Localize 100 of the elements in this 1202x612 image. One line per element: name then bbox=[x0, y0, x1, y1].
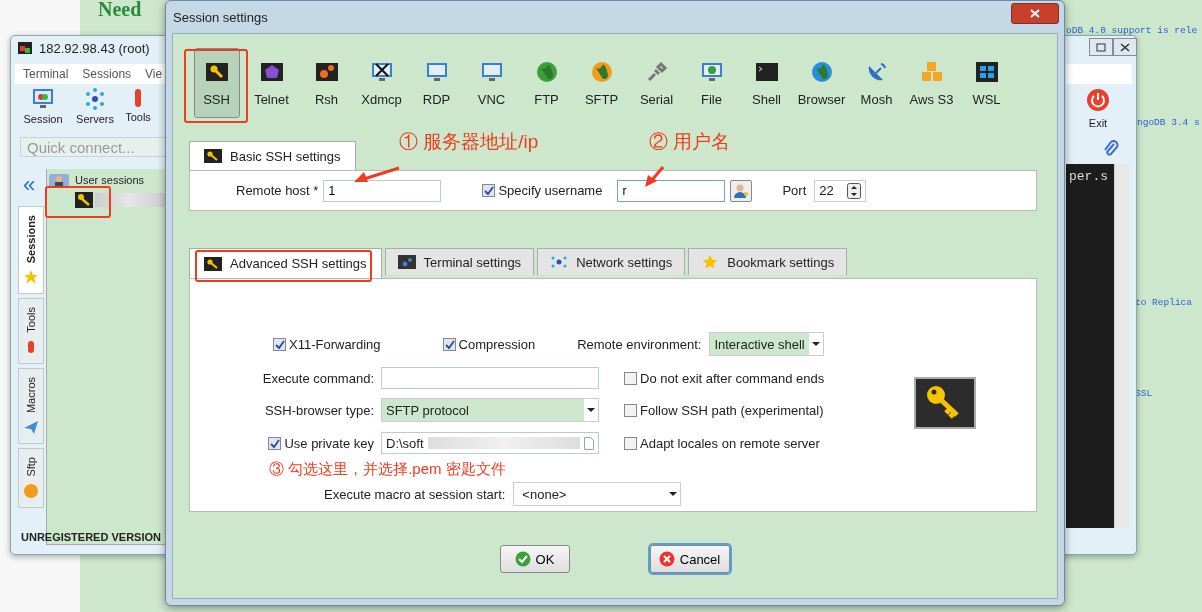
page-text: ngoDB 3.4 s bbox=[1137, 117, 1200, 128]
checkbox[interactable] bbox=[624, 403, 637, 417]
session-type-button[interactable]: FTP bbox=[523, 48, 570, 118]
annotation-arrow bbox=[644, 166, 664, 188]
checkbox[interactable] bbox=[268, 436, 282, 450]
status-text: UNREGISTERED VERSION bbox=[21, 531, 161, 543]
spinner-arrows-icon bbox=[847, 182, 862, 199]
close-button[interactable] bbox=[1011, 3, 1059, 24]
checkbox[interactable] bbox=[273, 337, 286, 351]
tab[interactable]: Basic SSH settings bbox=[189, 141, 356, 170]
close-icon bbox=[1120, 42, 1130, 52]
check-icon bbox=[514, 551, 531, 567]
session-type-button[interactable]: Shell bbox=[743, 48, 790, 118]
cancel-button[interactable]: Cancel bbox=[649, 545, 730, 573]
windows-icon bbox=[974, 59, 999, 84]
key-icon bbox=[204, 149, 222, 163]
session-type-button[interactable]: Telnet bbox=[248, 48, 295, 118]
window-title: Session settings bbox=[173, 10, 268, 25]
annotation-text: ② 用户名 bbox=[649, 130, 731, 154]
field-label: Execute macro at session start: bbox=[324, 486, 506, 502]
session-type-button[interactable]: SSH bbox=[193, 48, 240, 118]
menu-bar bbox=[1066, 64, 1132, 84]
tab[interactable]: Terminal settings bbox=[384, 248, 535, 275]
annotation-text: ① 服务器地址/ip bbox=[399, 130, 539, 154]
quick-connect-field[interactable]: Quick connect... bbox=[20, 137, 168, 157]
paperclip-icon bbox=[1103, 140, 1119, 158]
input-field[interactable]: 1 bbox=[323, 179, 442, 202]
key-icon bbox=[204, 256, 222, 271]
checkbox[interactable] bbox=[624, 436, 637, 450]
checkbox-label: Follow SSH path (experimental) bbox=[640, 402, 824, 418]
user-button[interactable] bbox=[730, 179, 753, 202]
checkbox-label: X11-Forwarding bbox=[289, 336, 381, 352]
dropdown[interactable]: SFTP protocol bbox=[381, 398, 599, 422]
paper-plane-icon bbox=[23, 419, 39, 436]
ok-button[interactable]: OK bbox=[499, 545, 570, 573]
toolbar-button[interactable]: Servers bbox=[71, 88, 119, 125]
key-icon bbox=[914, 377, 976, 429]
session-type-button[interactable]: VNC bbox=[468, 48, 515, 118]
session-type-button[interactable]: RDP bbox=[413, 48, 460, 118]
session-type-button[interactable]: WSL bbox=[963, 48, 1010, 118]
field-label: SSH-browser type: bbox=[264, 402, 375, 418]
dots-icon bbox=[550, 255, 569, 269]
checkbox-label: Compression bbox=[458, 336, 536, 352]
file-field[interactable]: D:\soft bbox=[381, 432, 599, 454]
toolbar-button[interactable]: Tools bbox=[123, 88, 153, 125]
dropdown[interactable]: Interactive shell bbox=[709, 332, 825, 356]
session-type-button[interactable]: Xdmcp bbox=[358, 48, 405, 118]
checkbox-label: Use private key bbox=[284, 435, 374, 451]
user-icon bbox=[733, 182, 750, 199]
session-type-button[interactable]: Mosh bbox=[853, 48, 900, 118]
side-tab[interactable]: Macros bbox=[18, 368, 44, 445]
session-type-button[interactable]: Rsh bbox=[303, 48, 350, 118]
field-label: Port bbox=[782, 183, 807, 198]
annotation-text: ③ 勾选这里，并选择.pem 密匙文件 bbox=[269, 460, 506, 478]
dropdown[interactable]: <none> bbox=[513, 482, 682, 506]
scrollbar[interactable] bbox=[1114, 164, 1129, 528]
checkbox-label: Do not exit after command ends bbox=[640, 370, 825, 386]
checkbox-label: Specify username bbox=[498, 183, 603, 198]
app-icon bbox=[17, 40, 33, 56]
star-icon bbox=[701, 255, 720, 269]
tab[interactable]: Bookmark settings bbox=[688, 248, 848, 275]
dots-icon bbox=[83, 88, 107, 110]
maximize-icon bbox=[1096, 42, 1106, 52]
session-type-button[interactable]: File bbox=[688, 48, 735, 118]
toolbar-button[interactable]: Session bbox=[19, 88, 67, 125]
menu-item[interactable]: Terminal bbox=[23, 67, 69, 81]
menu-item[interactable]: Sessions bbox=[82, 67, 132, 81]
port-spinner[interactable]: 22 bbox=[814, 179, 867, 202]
checkbox[interactable] bbox=[442, 337, 456, 351]
file-icon bbox=[584, 436, 594, 450]
side-tab[interactable]: Sessions bbox=[18, 206, 44, 295]
cubes-icon bbox=[919, 59, 944, 84]
gears-icon bbox=[397, 255, 416, 269]
session-type-button[interactable]: Aws S3 bbox=[908, 48, 955, 118]
session-type-button[interactable]: Serial bbox=[633, 48, 680, 118]
power-icon bbox=[1086, 88, 1110, 112]
field-label: Remote host * bbox=[236, 183, 319, 198]
tab[interactable]: Network settings bbox=[537, 248, 686, 275]
checkbox[interactable] bbox=[624, 371, 637, 385]
session-type-button[interactable]: Browser bbox=[798, 48, 845, 118]
menu-item[interactable]: Vie bbox=[145, 67, 163, 81]
input-field[interactable]: r bbox=[617, 179, 726, 202]
field-label: Remote environment: bbox=[577, 336, 702, 352]
checkbox-label: Adapt locales on remote server bbox=[640, 435, 820, 451]
side-tab[interactable]: Sftp bbox=[18, 448, 44, 508]
highlight-frame bbox=[45, 186, 111, 218]
star-icon bbox=[23, 269, 39, 286]
side-tab[interactable]: Tools bbox=[18, 298, 44, 364]
folder-label: User sessions bbox=[75, 174, 145, 186]
tab[interactable]: Advanced SSH settings bbox=[189, 248, 382, 278]
close-icon bbox=[1030, 9, 1040, 18]
page-text: oDB 4.0 support is rele bbox=[1066, 25, 1198, 36]
input-field[interactable] bbox=[381, 367, 599, 389]
terminal-text: per.s bbox=[1068, 168, 1109, 184]
session-item[interactable] bbox=[75, 192, 165, 208]
close-button[interactable] bbox=[1113, 38, 1137, 56]
session-type-button[interactable]: SFTP bbox=[578, 48, 625, 118]
exit-button[interactable]: Exit bbox=[1086, 88, 1110, 129]
checkbox[interactable] bbox=[482, 184, 496, 197]
collapse-button[interactable]: « bbox=[23, 172, 36, 198]
